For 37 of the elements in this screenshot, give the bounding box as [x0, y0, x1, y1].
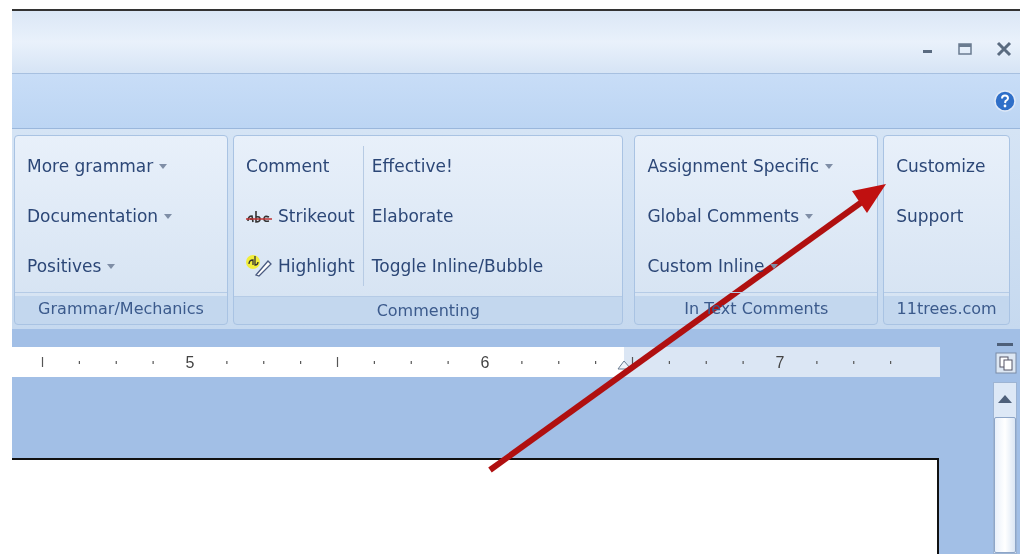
caret-icon — [770, 263, 779, 269]
view-ruler-icon[interactable] — [995, 352, 1017, 374]
vertical-scrollbar[interactable] — [993, 382, 1017, 554]
ribbon-button[interactable]: Positives — [25, 246, 175, 286]
ribbon-button[interactable]: Global Comments — [645, 196, 836, 236]
ribbon-button[interactable]: Toggle Inline/Bubble — [369, 246, 546, 286]
caret-icon — [159, 163, 168, 169]
ribbon-button[interactable]: Highlight — [244, 246, 357, 286]
caret-icon — [825, 163, 834, 169]
ribbon-button[interactable]: Custom Inline — [645, 246, 836, 286]
group-label: Commenting — [234, 296, 623, 324]
ribbon-button[interactable]: Elaborate — [369, 196, 546, 236]
group-label: 11trees.com — [884, 292, 1009, 324]
ruler-number: 6 — [480, 353, 490, 371]
ruler-number: 5 — [185, 353, 195, 371]
ribbon-button[interactable]: Documentation — [25, 196, 175, 236]
group-label: Grammar/Mechanics — [15, 292, 228, 324]
help-icon[interactable] — [994, 90, 1016, 112]
ribbon-button[interactable]: Strikeout — [244, 196, 357, 236]
maximize-icon[interactable] — [958, 43, 972, 55]
ribbon-button[interactable]: Effective! — [369, 146, 546, 186]
ribbon-button[interactable]: More grammar — [25, 146, 175, 186]
ruler-number: 7 — [775, 353, 785, 371]
scroll-up-icon[interactable] — [998, 395, 1012, 403]
indent-marker[interactable] — [617, 360, 632, 369]
close-icon[interactable] — [996, 41, 1012, 57]
caret-icon — [164, 213, 173, 219]
ribbon-button[interactable]: Support — [894, 196, 988, 236]
ribbon-button[interactable]: Assignment Specific — [645, 146, 836, 186]
highlighter-icon — [246, 255, 273, 277]
caret-icon — [805, 213, 814, 219]
ribbon-button[interactable]: Comment — [244, 146, 357, 186]
strikethrough-icon — [246, 208, 273, 224]
scroll-thumb[interactable] — [994, 417, 1016, 553]
ribbon-button[interactable]: Customize — [894, 146, 988, 186]
split-handle[interactable] — [997, 343, 1013, 346]
caret-icon — [107, 263, 116, 269]
